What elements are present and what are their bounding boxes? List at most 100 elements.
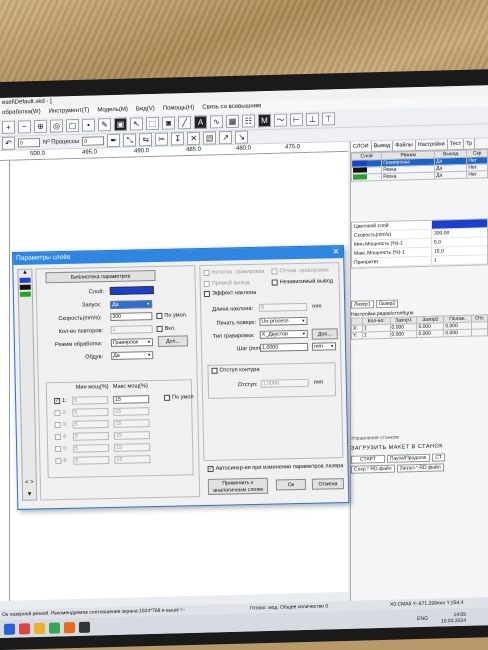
arrow-ne-icon[interactable]: ↗: [219, 130, 233, 145]
tab-laser2[interactable]: Лазер2: [375, 299, 399, 309]
slope-length-input[interactable]: 5: [259, 302, 308, 312]
power-row-checkbox[interactable]: [55, 446, 62, 453]
menu-tools[interactable]: Инструмент(T): [49, 106, 90, 118]
transform-icon[interactable]: ⤡: [123, 133, 137, 147]
power-row-checkbox[interactable]: [55, 458, 62, 465]
direct-output-checkbox[interactable]: [203, 280, 210, 287]
count-cell[interactable]: 1: [362, 331, 391, 340]
menu-contact[interactable]: Связь со всевышним: [202, 101, 261, 114]
line-icon[interactable]: ╱: [178, 115, 191, 130]
monitor-icon[interactable]: ▣: [114, 117, 127, 132]
zoom-in-icon[interactable]: +: [2, 120, 15, 134]
table-icon[interactable]: ▤: [203, 131, 217, 145]
apply-similar-button[interactable]: Применить к аналогичным слоям: [207, 477, 269, 495]
menu-help[interactable]: Помощь(H): [163, 103, 195, 115]
undo-icon[interactable]: ↶: [2, 136, 15, 150]
blow-select[interactable]: Да ▼: [111, 351, 154, 360]
layer-swatch[interactable]: [19, 284, 31, 290]
menu-view[interactable]: Вид(V): [136, 104, 155, 115]
task-app-icon[interactable]: [4, 623, 15, 635]
pos-cell[interactable]: 0.000: [443, 329, 472, 337]
align-top-icon[interactable]: ⊤: [322, 112, 335, 126]
ok-button[interactable]: Ок: [275, 478, 307, 491]
rectangle-icon[interactable]: ▢: [66, 118, 79, 133]
load-rd-button[interactable]: Загруз.* RD файл: [396, 463, 444, 473]
pencil-icon[interactable]: ✎: [98, 118, 111, 132]
mode-select[interactable]: Гравировк ▼: [110, 338, 154, 347]
curve-icon[interactable]: ∿: [210, 115, 223, 129]
zoom-out-icon[interactable]: −: [18, 120, 31, 134]
pause-button[interactable]: Пауза/Продолж.: [386, 453, 431, 463]
task-app-icon[interactable]: [64, 621, 75, 633]
independent-output-checkbox[interactable]: [271, 279, 278, 286]
menu-processing[interactable]: обработка(W): [2, 107, 41, 119]
language-indicator[interactable]: ENG: [417, 616, 428, 622]
tab-files[interactable]: Файлы: [393, 140, 416, 151]
print-over-select[interactable]: Un-process ▼: [259, 316, 308, 326]
close-icon[interactable]: ✕: [331, 246, 341, 258]
menu-model[interactable]: Модель(M): [97, 105, 128, 117]
zoom-fit-icon[interactable]: ⊕: [34, 119, 47, 134]
speed-input[interactable]: 300: [110, 312, 153, 321]
tab-laser1[interactable]: Лазер1: [351, 300, 374, 309]
nav-next-button[interactable]: >: [30, 480, 34, 486]
max-power-input[interactable]: 15: [113, 431, 150, 440]
task-app-icon[interactable]: [19, 622, 30, 635]
task-app-icon[interactable]: [34, 622, 45, 634]
tab-more[interactable]: Тр: [464, 138, 476, 149]
speed-default-checkbox[interactable]: [156, 312, 163, 319]
min-power-input[interactable]: 5: [72, 396, 109, 405]
sort-icon[interactable]: ↧: [171, 132, 185, 146]
max-power-input[interactable]: 15: [114, 443, 151, 452]
min-power-input[interactable]: 5: [73, 456, 110, 465]
offset-value-input[interactable]: 1.0000: [260, 378, 309, 388]
position-input[interactable]: 0: [18, 137, 40, 148]
max-power-input[interactable]: 15: [113, 419, 150, 428]
stop-button[interactable]: СТ: [432, 453, 445, 462]
slope-checkbox[interactable]: [203, 290, 210, 297]
repeat-on-checkbox[interactable]: [156, 325, 163, 332]
node-icon[interactable]: •: [82, 118, 95, 132]
wave-icon[interactable]: 〜: [274, 113, 287, 127]
chevron-down-icon[interactable]: ▼: [23, 492, 36, 498]
repeat-input[interactable]: 1: [110, 325, 153, 334]
min-power-input[interactable]: 5: [72, 432, 109, 441]
save-rd-button[interactable]: Сохр.* RD файл: [351, 464, 395, 474]
max-power-input[interactable]: 15: [113, 407, 150, 416]
mode-more-button[interactable]: Доп...: [157, 335, 189, 347]
reverse-checkbox[interactable]: [203, 269, 210, 276]
zoom-page-icon[interactable]: ◎: [50, 119, 63, 133]
align-left-icon[interactable]: ⊢: [290, 113, 303, 127]
upload-button[interactable]: ЗАГРУЗИТЬ МАКЕТ В СТАНОК: [351, 442, 488, 451]
step-unit-select[interactable]: mm ▼: [311, 342, 337, 351]
enable-select[interactable]: Да ▼: [110, 300, 153, 309]
nav-prev-button[interactable]: <: [25, 480, 29, 486]
start-button[interactable]: СТАРТ: [351, 454, 385, 464]
tab-settings[interactable]: Настройки: [415, 139, 448, 151]
system-clock[interactable]: 14:05 10.03.2024: [441, 612, 466, 625]
cursor-icon[interactable]: ↖: [130, 117, 143, 131]
step-input[interactable]: 1.0000: [259, 342, 309, 352]
min-power-input[interactable]: 5: [73, 444, 110, 453]
gap1-cell[interactable]: 0.000: [390, 330, 417, 339]
min-power-input[interactable]: 5: [72, 408, 109, 417]
power-row-checkbox[interactable]: [54, 434, 61, 441]
chevron-up-icon[interactable]: ▲: [18, 270, 31, 276]
layer-swatch[interactable]: [19, 291, 31, 297]
align-center-icon[interactable]: ⊥: [306, 112, 319, 126]
bold-m-icon[interactable]: M: [258, 113, 271, 128]
autoapply-checkbox[interactable]: ✓: [207, 465, 214, 472]
tab-output[interactable]: Вывод: [371, 140, 394, 152]
task-app-icon[interactable]: [49, 621, 60, 634]
arrow-se-icon[interactable]: ↘: [235, 130, 249, 144]
power-row-checkbox[interactable]: [54, 410, 61, 417]
layer-swatch[interactable]: [19, 277, 31, 283]
library-button[interactable]: Библиотека параметров: [45, 270, 156, 284]
layer-color-box[interactable]: [109, 286, 154, 295]
close-icon[interactable]: ✕: [187, 131, 201, 146]
array-icon[interactable]: ☷: [242, 114, 255, 128]
cancel-button[interactable]: Отмена: [311, 478, 345, 490]
max-power-input[interactable]: 15: [114, 455, 151, 464]
task-app-icon[interactable]: [79, 621, 90, 633]
power-default-checkbox[interactable]: [164, 394, 171, 401]
